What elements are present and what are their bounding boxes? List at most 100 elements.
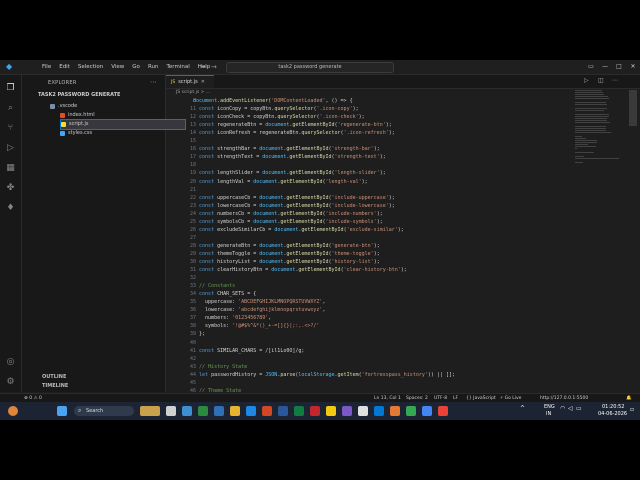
code-line[interactable]: const historyList = document.getElementB… [193, 259, 380, 265]
code-line[interactable]: const SIMILAR_CHARS = /[il1Lo0O]/g; [193, 348, 304, 354]
clock-date[interactable]: 04-06-2026 [598, 411, 627, 417]
file-item-styles-css[interactable]: styles.css [60, 129, 172, 138]
start-menu-icon[interactable] [57, 406, 67, 416]
taskbar-search[interactable]: ⌕ Search [74, 406, 134, 416]
code-line[interactable]: lowercase: 'abcdefghijklmnopqrstuvwxyz', [193, 307, 325, 313]
code-line[interactable]: const excludeSimilarCb = document.getEle… [193, 227, 404, 233]
region-indicator[interactable]: IN [546, 411, 551, 417]
code-line[interactable]: const generateBtn = document.getElementB… [193, 243, 380, 249]
file-explorer-icon[interactable] [230, 406, 240, 416]
code-line[interactable]: uppercase: 'ABCDEFGHIJKLMNOPQRSTUVWXYZ', [193, 299, 325, 305]
menu-run[interactable]: Run [144, 60, 163, 74]
menu-terminal[interactable]: Terminal [162, 60, 193, 74]
python-icon[interactable]: ✤ [4, 181, 17, 194]
split-editor-icon[interactable]: ◫ [598, 77, 604, 84]
edge-icon[interactable] [246, 406, 256, 416]
file-item-vscode[interactable]: .vscode [50, 102, 162, 111]
maximize-icon[interactable]: □ [612, 60, 626, 74]
back-arrow-icon[interactable]: ← [200, 62, 206, 72]
code-line[interactable]: symbols: '!@#$%^&*()_+-=[]{}|;:,.<>?/' [193, 323, 319, 329]
app-icon[interactable] [438, 406, 448, 416]
code-line[interactable]: const strengthText = document.getElement… [193, 154, 386, 160]
app-icon[interactable] [182, 406, 192, 416]
menu-edit[interactable]: Edit [55, 60, 74, 74]
task-view-icon[interactable] [166, 406, 176, 416]
code-line[interactable]: const lengthVal = document.getElementByI… [193, 179, 368, 185]
menu-selection[interactable]: Selection [74, 60, 107, 74]
minimize-icon[interactable]: — [598, 60, 612, 74]
app-icon[interactable] [326, 406, 336, 416]
timeline-section[interactable]: TIMELINE [42, 383, 68, 389]
code-line[interactable]: document.addEventListener('DOMContentLoa… [193, 98, 353, 104]
excel-icon[interactable] [294, 406, 304, 416]
code-line[interactable]: numbers: '0123456789', [193, 315, 271, 321]
breadcrumb[interactable]: JS script.js > ... [176, 89, 210, 96]
minimap[interactable] [575, 90, 623, 210]
editor-scrollbar[interactable] [629, 90, 637, 126]
line-number: 34 [189, 291, 196, 298]
close-icon[interactable]: ✕ [626, 60, 640, 74]
run-debug-icon[interactable]: ▷ [4, 141, 17, 154]
code-line[interactable]: const strengthBar = document.getElementB… [193, 146, 380, 152]
workspace-folder[interactable]: TASK2 PASSWORD GENERATE [38, 92, 120, 98]
app-icon[interactable] [214, 406, 224, 416]
code-line[interactable]: const numbersCb = document.getElementByI… [193, 211, 383, 217]
app-icon[interactable] [422, 406, 432, 416]
battery-icon[interactable]: ▭ [576, 405, 582, 412]
widget-image-icon[interactable] [140, 406, 160, 416]
close-tab-icon[interactable]: ✕ [201, 76, 205, 89]
layout-icon[interactable]: ▭ [584, 60, 598, 74]
command-center-search[interactable]: task2 password generate [226, 62, 394, 73]
code-line[interactable]: const uppercaseCb = document.getElementB… [193, 195, 395, 201]
code-line[interactable]: const themeToggle = document.getElementB… [193, 251, 380, 257]
forward-arrow-icon[interactable]: → [211, 62, 217, 72]
run-icon[interactable]: ▷ [584, 77, 589, 84]
more-actions-icon[interactable]: ⋯ [150, 78, 157, 86]
extension-leaf-icon[interactable]: ♦ [4, 201, 17, 214]
menu-view[interactable]: View [107, 60, 128, 74]
code-line[interactable]: const iconCheck = copyBtn.querySelector(… [193, 114, 365, 120]
account-icon[interactable]: ◎ [4, 355, 17, 368]
chrome-icon[interactable] [406, 406, 416, 416]
menu-go[interactable]: Go [128, 60, 144, 74]
search-icon[interactable]: ⌕ [4, 101, 17, 114]
code-line[interactable]: }; [193, 331, 205, 337]
notification-icon[interactable]: ▫ [630, 406, 634, 413]
code-line[interactable]: // History State [193, 364, 247, 370]
code-line[interactable]: const regenerateBtn = document.getElemen… [193, 122, 392, 128]
code-line[interactable]: const symbolsCb = document.getElementByI… [193, 219, 383, 225]
code-line[interactable]: // Theme State [193, 388, 241, 392]
powerpoint-icon[interactable] [262, 406, 272, 416]
app-icon[interactable] [342, 406, 352, 416]
vscode-taskbar-icon[interactable] [374, 406, 384, 416]
code-line[interactable]: const iconCopy = copyBtn.querySelector('… [193, 106, 359, 112]
code-line[interactable]: const lowercaseCb = document.getElementB… [193, 203, 395, 209]
code-line[interactable]: const CHAR_SETS = { [193, 291, 256, 297]
clock-time[interactable]: 01:20:52 [602, 404, 624, 410]
code-line[interactable]: // Constants [193, 283, 235, 289]
code-line[interactable]: const clearHistoryBtn = document.getElem… [193, 267, 407, 273]
chevron-up-icon[interactable]: ^ [520, 405, 525, 412]
code-editor[interactable]: 8 document.addEventListener('DOMContentLo… [166, 96, 574, 392]
explorer-icon[interactable]: ❐ [4, 81, 17, 94]
extensions-icon[interactable]: ▦ [4, 161, 17, 174]
menu-file[interactable]: File [38, 60, 55, 74]
more-actions-icon[interactable]: ⋯ [612, 77, 618, 84]
app-icon[interactable] [310, 406, 320, 416]
tab-script-js[interactable]: JS script.js ✕ [166, 75, 214, 88]
settings-gear-icon[interactable]: ⚙ [4, 375, 17, 388]
minimap-line [575, 156, 584, 157]
volume-icon[interactable]: ◁ [568, 405, 573, 412]
app-icon[interactable] [358, 406, 368, 416]
weather-widget-icon[interactable] [8, 406, 18, 416]
app-icon[interactable] [390, 406, 400, 416]
source-control-icon[interactable]: ⑂ [4, 121, 17, 134]
outline-section[interactable]: OUTLINE [42, 374, 66, 380]
code-line[interactable]: let passwordHistory = JSON.parse(localSt… [193, 372, 455, 378]
word-icon[interactable] [278, 406, 288, 416]
code-line[interactable]: const lengthSlider = document.getElement… [193, 170, 386, 176]
language-indicator[interactable]: ENG [544, 404, 555, 410]
wifi-icon[interactable]: ◠ [560, 405, 565, 412]
code-line[interactable]: const iconRefresh = regenerateBtn.queryS… [193, 130, 395, 136]
app-icon[interactable] [198, 406, 208, 416]
